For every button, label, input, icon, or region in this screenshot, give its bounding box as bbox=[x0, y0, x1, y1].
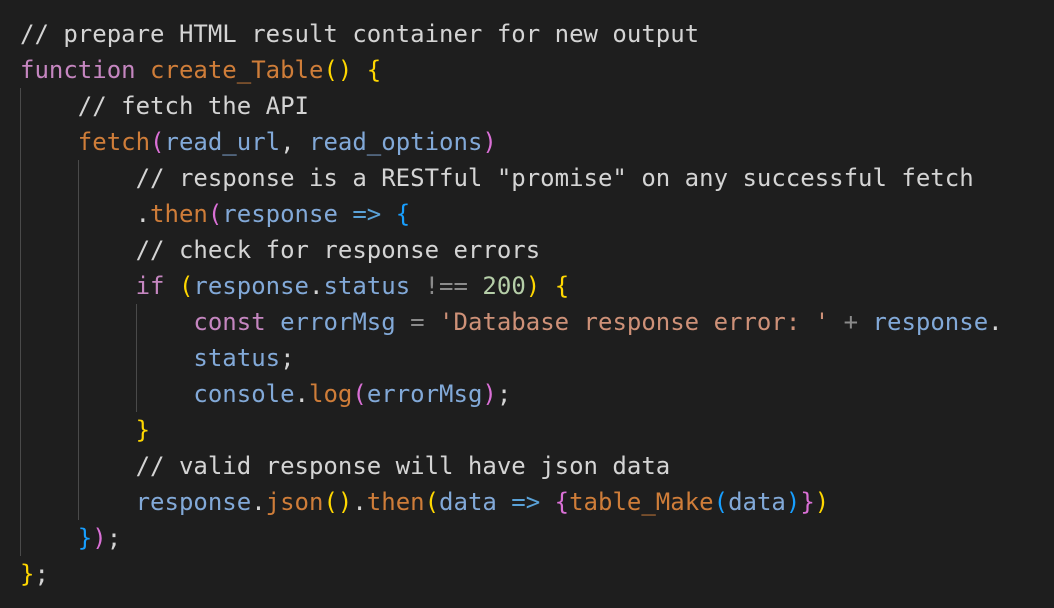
variable: data bbox=[439, 488, 497, 516]
bracket: ) bbox=[92, 524, 107, 552]
function-call: fetch bbox=[77, 128, 151, 156]
bracket: { bbox=[366, 56, 382, 84]
code-line: const errorMsg = 'Database response erro… bbox=[193, 308, 1003, 336]
bracket: ) bbox=[525, 272, 541, 300]
string-literal: 'Database response error: ' bbox=[439, 308, 830, 336]
code-editor[interactable]: // prepare HTML result container for new… bbox=[0, 0, 1054, 608]
bracket: } bbox=[20, 560, 35, 588]
variable: read_url bbox=[164, 128, 281, 156]
number: 200 bbox=[482, 272, 526, 300]
code-line: .then(response => { bbox=[20, 200, 411, 228]
bracket: () bbox=[323, 488, 353, 516]
code-line: }); bbox=[77, 524, 122, 552]
bracket: { bbox=[554, 488, 570, 516]
variable: data bbox=[728, 488, 786, 516]
function-call: log bbox=[309, 380, 353, 408]
bracket: ( bbox=[424, 488, 440, 516]
bracket: { bbox=[554, 272, 570, 300]
property: status bbox=[193, 344, 281, 372]
bracket: } bbox=[135, 416, 151, 444]
function-call: then bbox=[366, 488, 425, 516]
operator: !== bbox=[424, 272, 468, 300]
code-text: // prepare HTML result container for new… bbox=[20, 20, 700, 48]
code-line: status; bbox=[193, 344, 295, 372]
code-line: console.log(errorMsg); bbox=[193, 380, 512, 408]
variable: read_options bbox=[309, 128, 483, 156]
property: status bbox=[323, 272, 411, 300]
bracket: ( bbox=[713, 488, 729, 516]
code-line: if (response.status !== 200) { bbox=[135, 272, 570, 300]
code-content[interactable]: // prepare HTML result container for new… bbox=[20, 16, 1003, 592]
variable: response bbox=[193, 272, 309, 300]
variable: console bbox=[193, 380, 295, 408]
bracket: ( bbox=[150, 128, 165, 156]
keyword-if: if bbox=[135, 272, 165, 300]
operator: + bbox=[843, 308, 859, 336]
bracket: } bbox=[800, 488, 815, 516]
code-text: // fetch the API bbox=[20, 92, 309, 120]
code-line: // fetch the API bbox=[20, 88, 1003, 124]
arrow-operator: => bbox=[511, 488, 541, 516]
variable: response bbox=[872, 308, 989, 336]
variable: response bbox=[222, 200, 338, 228]
keyword-function: function bbox=[20, 56, 136, 84]
function-call: json bbox=[265, 488, 324, 516]
bracket: ) bbox=[814, 488, 830, 516]
code-line: }; bbox=[20, 560, 49, 588]
bracket: { bbox=[395, 200, 411, 228]
code-text: // response is a RESTful "promise" on an… bbox=[20, 164, 974, 192]
function-call: then bbox=[150, 200, 208, 228]
function-call: table_Make bbox=[569, 488, 714, 516]
code-line: // prepare HTML result container for new… bbox=[20, 16, 1003, 52]
code-line: // check for response errors bbox=[20, 232, 1003, 268]
bracket: ) bbox=[482, 128, 497, 156]
function-name: create_Table bbox=[150, 56, 324, 84]
code-line: // valid response will have json data bbox=[20, 448, 1003, 484]
code-line: function create_Table() { bbox=[20, 52, 1003, 88]
bracket: ) bbox=[785, 488, 801, 516]
variable: response bbox=[135, 488, 252, 516]
code-line: fetch(read_url, read_options) bbox=[77, 128, 497, 156]
variable: errorMsg bbox=[280, 308, 396, 336]
keyword-const: const bbox=[193, 308, 266, 336]
code-text: // check for response errors bbox=[20, 236, 541, 264]
bracket: ( bbox=[352, 380, 367, 408]
operator: = bbox=[410, 308, 425, 336]
bracket: () bbox=[323, 56, 353, 84]
code-line: } bbox=[20, 412, 1003, 448]
code-text: // valid response will have json data bbox=[20, 452, 671, 480]
bracket: ) bbox=[482, 380, 497, 408]
bracket: } bbox=[77, 524, 93, 552]
bracket: ( bbox=[178, 272, 194, 300]
variable: errorMsg bbox=[366, 380, 483, 408]
code-line: // response is a RESTful "promise" on an… bbox=[20, 160, 1003, 196]
code-line: response.json().then(data => {table_Make… bbox=[135, 488, 830, 516]
arrow-operator: => bbox=[352, 200, 382, 228]
bracket: ( bbox=[207, 200, 223, 228]
